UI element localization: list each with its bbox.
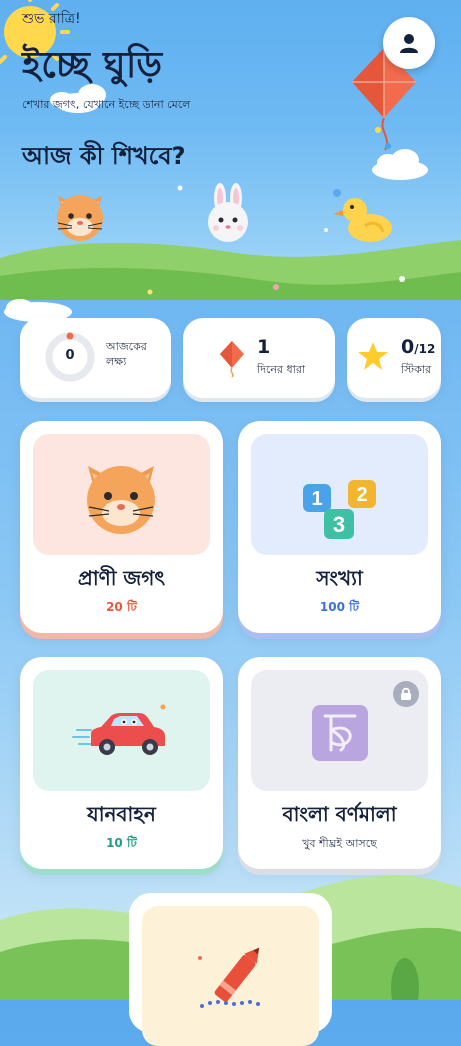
goal-value: 0: [65, 348, 75, 363]
category-card-numbers[interactable]: 1 2 3 সংখ্যা 100 টি: [238, 421, 441, 633]
lock-icon: [401, 687, 411, 700]
cloud-icon: [372, 149, 428, 180]
goal-label-line1: আজকের: [106, 340, 147, 353]
category-title: যানবাহন: [87, 802, 156, 826]
svg-text:2: 2: [356, 484, 367, 506]
bunny-icon: [208, 183, 248, 242]
app-title: ইচ্ছে ঘুড়ি: [22, 45, 163, 86]
profile-button[interactable]: [383, 17, 435, 69]
category-card-vehicles[interactable]: যানবাহন 10 টি: [20, 657, 223, 869]
kite-icon: [220, 341, 244, 378]
cat-icon: [57, 195, 103, 241]
stickers-label: স্টিকার: [401, 363, 432, 376]
goal-label-line2: লক্ষ্য: [106, 355, 127, 368]
category-card-animals[interactable]: প্রাণী জগৎ 20 টি: [20, 421, 223, 633]
cat-icon: [87, 466, 155, 534]
numbers-icon: 1 2 3: [303, 480, 376, 539]
app-tagline: শেখার জগৎ, যেখানে ইচ্ছে ডানা মেলে: [22, 98, 191, 111]
streak-label: দিনের ধারা: [257, 363, 306, 376]
category-count: খুব শীঘ্রই আসছে: [302, 837, 377, 850]
streak-card[interactable]: 1 দিনের ধারা: [183, 318, 335, 398]
crayon-icon: [198, 947, 260, 1008]
category-title: প্রাণী জগৎ: [77, 566, 166, 590]
category-card-drawing[interactable]: [129, 893, 332, 1046]
category-image: [142, 906, 319, 1046]
section-question: আজ কী শিখবে?: [22, 142, 186, 170]
greeting-text: শুভ রাত্রি!: [22, 11, 81, 27]
stickers-count: 0/12: [401, 336, 435, 358]
category-count: 20 টি: [106, 600, 137, 614]
category-count: 10 টি: [106, 836, 137, 850]
category-title: সংখ্যা: [316, 566, 363, 590]
stickers-value: 0: [401, 336, 415, 358]
svg-text:1: 1: [311, 488, 322, 510]
streak-value: 1: [257, 336, 271, 358]
stickers-total: /12: [414, 342, 436, 356]
svg-text:3: 3: [333, 512, 345, 537]
stickers-card[interactable]: 0/12 স্টিকার: [347, 318, 441, 398]
user-icon: [400, 34, 418, 53]
daily-goal-card[interactable]: 0 আজকের লক্ষ্য: [20, 318, 171, 398]
category-card-bangla-alphabet[interactable]: বাংলা বর্ণমালা খুব শীঘ্রই আসছে: [238, 657, 441, 869]
duck-icon: [333, 189, 392, 242]
car-icon: [72, 704, 166, 755]
lock-badge: [393, 681, 419, 707]
category-count: 100 টি: [319, 600, 360, 614]
hero-banner: শুভ রাত্রি! ইচ্ছে ঘুড়ি শেখার জগৎ, যেখান…: [0, 0, 461, 300]
category-image: [33, 434, 210, 555]
category-title: বাংলা বর্ণমালা: [282, 802, 397, 826]
category-image: [33, 670, 210, 791]
star-icon: [358, 342, 388, 370]
category-image: 1 2 3: [251, 434, 428, 555]
